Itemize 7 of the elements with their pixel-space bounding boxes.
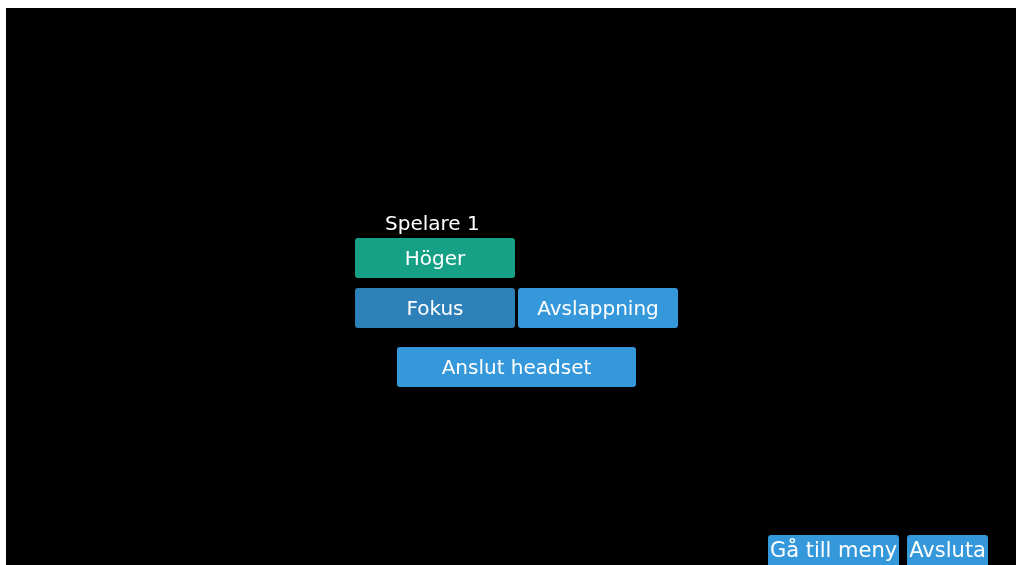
mode-button[interactable]: Avslappning	[518, 288, 678, 328]
footer-button[interactable]: Gå till meny	[767, 535, 900, 565]
footer-button[interactable]: Avsluta	[907, 535, 988, 565]
player-label: Spelare 1	[384, 210, 480, 237]
mode-button[interactable]: Fokus	[355, 288, 515, 328]
connect-headset-button[interactable]: Anslut headset	[397, 347, 636, 387]
side-button[interactable]: Höger	[355, 238, 515, 278]
